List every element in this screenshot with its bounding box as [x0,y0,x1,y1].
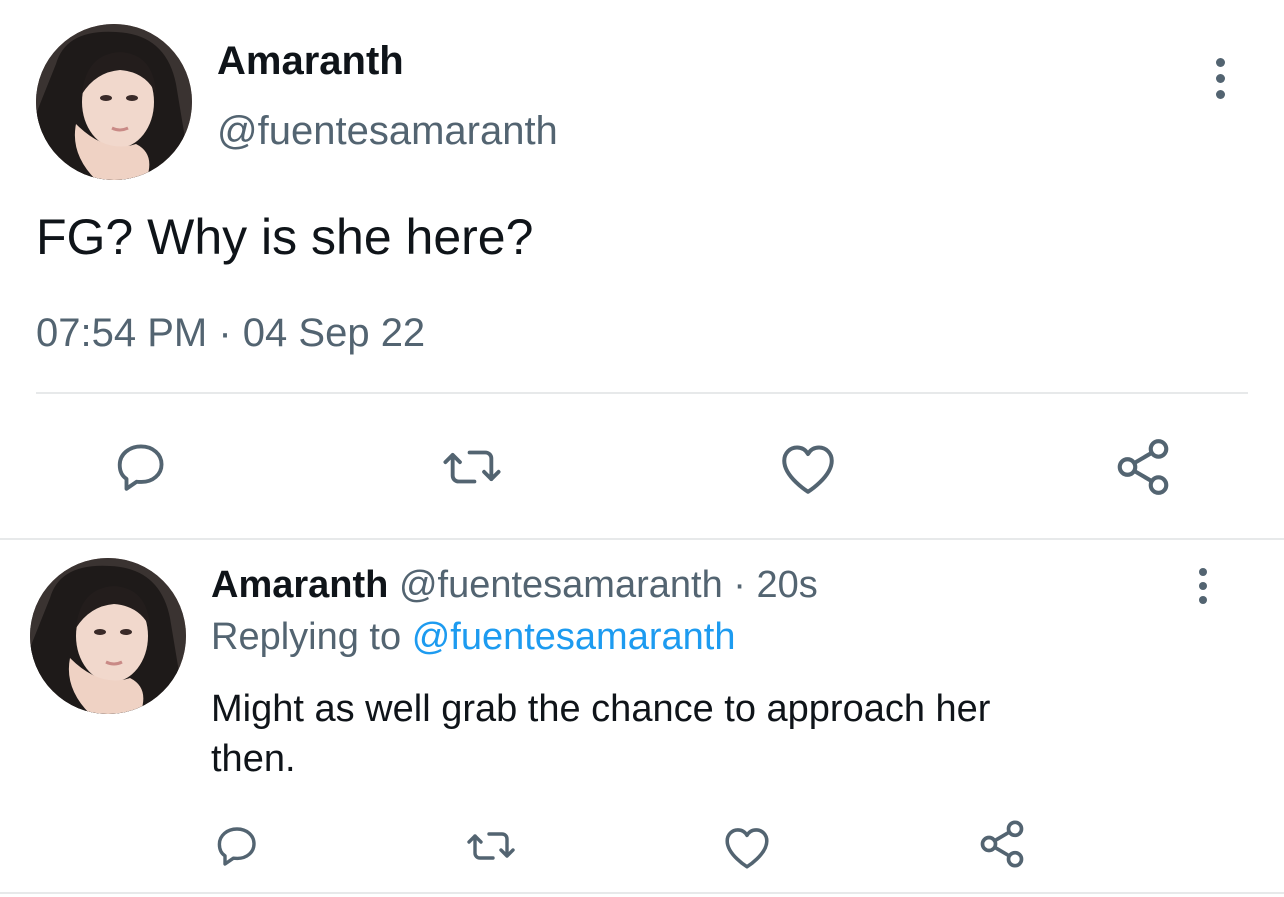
reply-reply-button[interactable] [213,822,261,870]
heart-icon [782,445,834,494]
reply-tweet-handle[interactable]: @fuentesamaranth [399,564,723,606]
reply-like-button[interactable] [722,824,772,870]
reply-icon [117,444,164,491]
bottom-divider [0,892,1284,894]
main-tweet-timestamp[interactable]: 07:54 PM · 04 Sep 22 [36,310,425,356]
main-share-button[interactable] [1112,436,1174,498]
replying-to-label: Replying to [211,616,402,658]
reply-icon [217,827,256,866]
reply-tweet-avatar[interactable] [30,558,186,714]
main-like-button[interactable] [778,440,838,496]
main-tweet-more-options-icon[interactable] [1216,58,1225,106]
share-icon [1117,439,1169,495]
heart-icon [725,828,769,869]
reply-tweet-separator: · [733,564,746,606]
thread-divider [0,538,1284,540]
tweet-date: 04 Sep 22 [242,311,426,355]
reply-tweet-text-line2: then. [211,738,296,780]
timestamp-separator: · [218,311,232,355]
main-tweet-divider [36,392,1248,394]
reply-tweet-display-name[interactable]: Amaranth [211,564,388,606]
reply-tweet-more-options-icon[interactable] [1199,568,1207,610]
reply-tweet-text: Might as well grab the chance to approac… [211,684,990,784]
reply-share-button[interactable] [976,818,1028,870]
tweet-time: 07:54 PM [36,311,208,355]
reply-retweet-button[interactable] [464,822,518,870]
main-tweet-avatar[interactable] [36,24,192,180]
reply-tweet-text-line1: Might as well grab the chance to approac… [211,688,991,730]
main-tweet-text: FG? Why is she here? [36,209,534,265]
replying-to-line: Replying to @fuentesamaranth [211,614,735,660]
replying-to-handle-link[interactable]: @fuentesamaranth [412,616,736,658]
retweet-icon [443,450,501,484]
reply-tweet-header: Amaranth @fuentesamaranth · 20s [211,562,818,608]
main-tweet-handle[interactable]: @fuentesamaranth [217,108,558,154]
main-retweet-button[interactable] [440,438,504,496]
main-reply-button[interactable] [112,438,170,496]
share-icon [980,820,1024,868]
reply-tweet-age[interactable]: 20s [756,564,817,606]
retweet-icon [467,832,515,860]
main-tweet-display-name[interactable]: Amaranth [217,38,404,84]
